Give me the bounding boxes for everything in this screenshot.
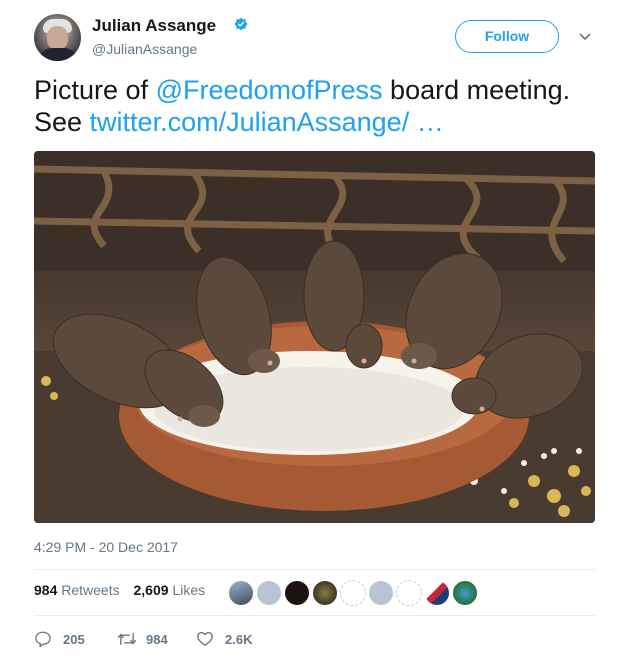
mention-link[interactable]: @FreedomofPress: [156, 75, 383, 105]
liker-avatar[interactable]: [284, 580, 310, 606]
tweet-timestamp[interactable]: 4:29 PM - 20 Dec 2017: [34, 539, 178, 555]
retweet-icon: [117, 632, 137, 646]
likes-label[interactable]: Likes: [172, 582, 205, 598]
liker-avatar[interactable]: [396, 580, 422, 606]
author-handle[interactable]: @JulianAssange: [92, 41, 197, 57]
photo-illustration: [34, 151, 595, 523]
like-count: 2.6K: [225, 632, 253, 647]
likes-count[interactable]: 2,609: [134, 582, 169, 598]
like-icon: [197, 631, 213, 647]
divider-bottom: [34, 615, 595, 616]
retweet-action[interactable]: 984: [117, 628, 197, 650]
tweet-text-prefix: Picture of: [34, 75, 156, 105]
retweets-count[interactable]: 984: [34, 582, 57, 598]
follow-button[interactable]: Follow: [455, 20, 559, 53]
reply-count: 205: [63, 632, 85, 647]
chevron-down-icon[interactable]: [578, 30, 592, 44]
tweet-stats: 984 Retweets 2,609 Likes: [34, 582, 205, 598]
divider-top: [34, 569, 595, 570]
external-link[interactable]: twitter.com/JulianAssange/ …: [90, 107, 444, 137]
tweet-text: Picture of @FreedomofPress board meeting…: [34, 74, 604, 138]
verified-badge-icon: [234, 17, 248, 31]
liker-avatar[interactable]: [256, 580, 282, 606]
liker-avatar[interactable]: [452, 580, 478, 606]
retweets-label[interactable]: Retweets: [61, 582, 119, 598]
reply-icon: [35, 631, 51, 648]
like-action[interactable]: 2.6K: [196, 628, 276, 650]
retweet-count: 984: [146, 632, 168, 647]
liker-avatar[interactable]: [312, 580, 338, 606]
reply-action[interactable]: 205: [34, 628, 104, 650]
author-name[interactable]: Julian Assange: [92, 16, 216, 36]
tweet-photo[interactable]: [34, 151, 595, 523]
liker-avatar[interactable]: [228, 580, 254, 606]
author-avatar[interactable]: [34, 14, 81, 61]
liker-avatar[interactable]: [424, 580, 450, 606]
liker-avatar[interactable]: [368, 580, 394, 606]
liker-avatar[interactable]: [340, 580, 366, 606]
